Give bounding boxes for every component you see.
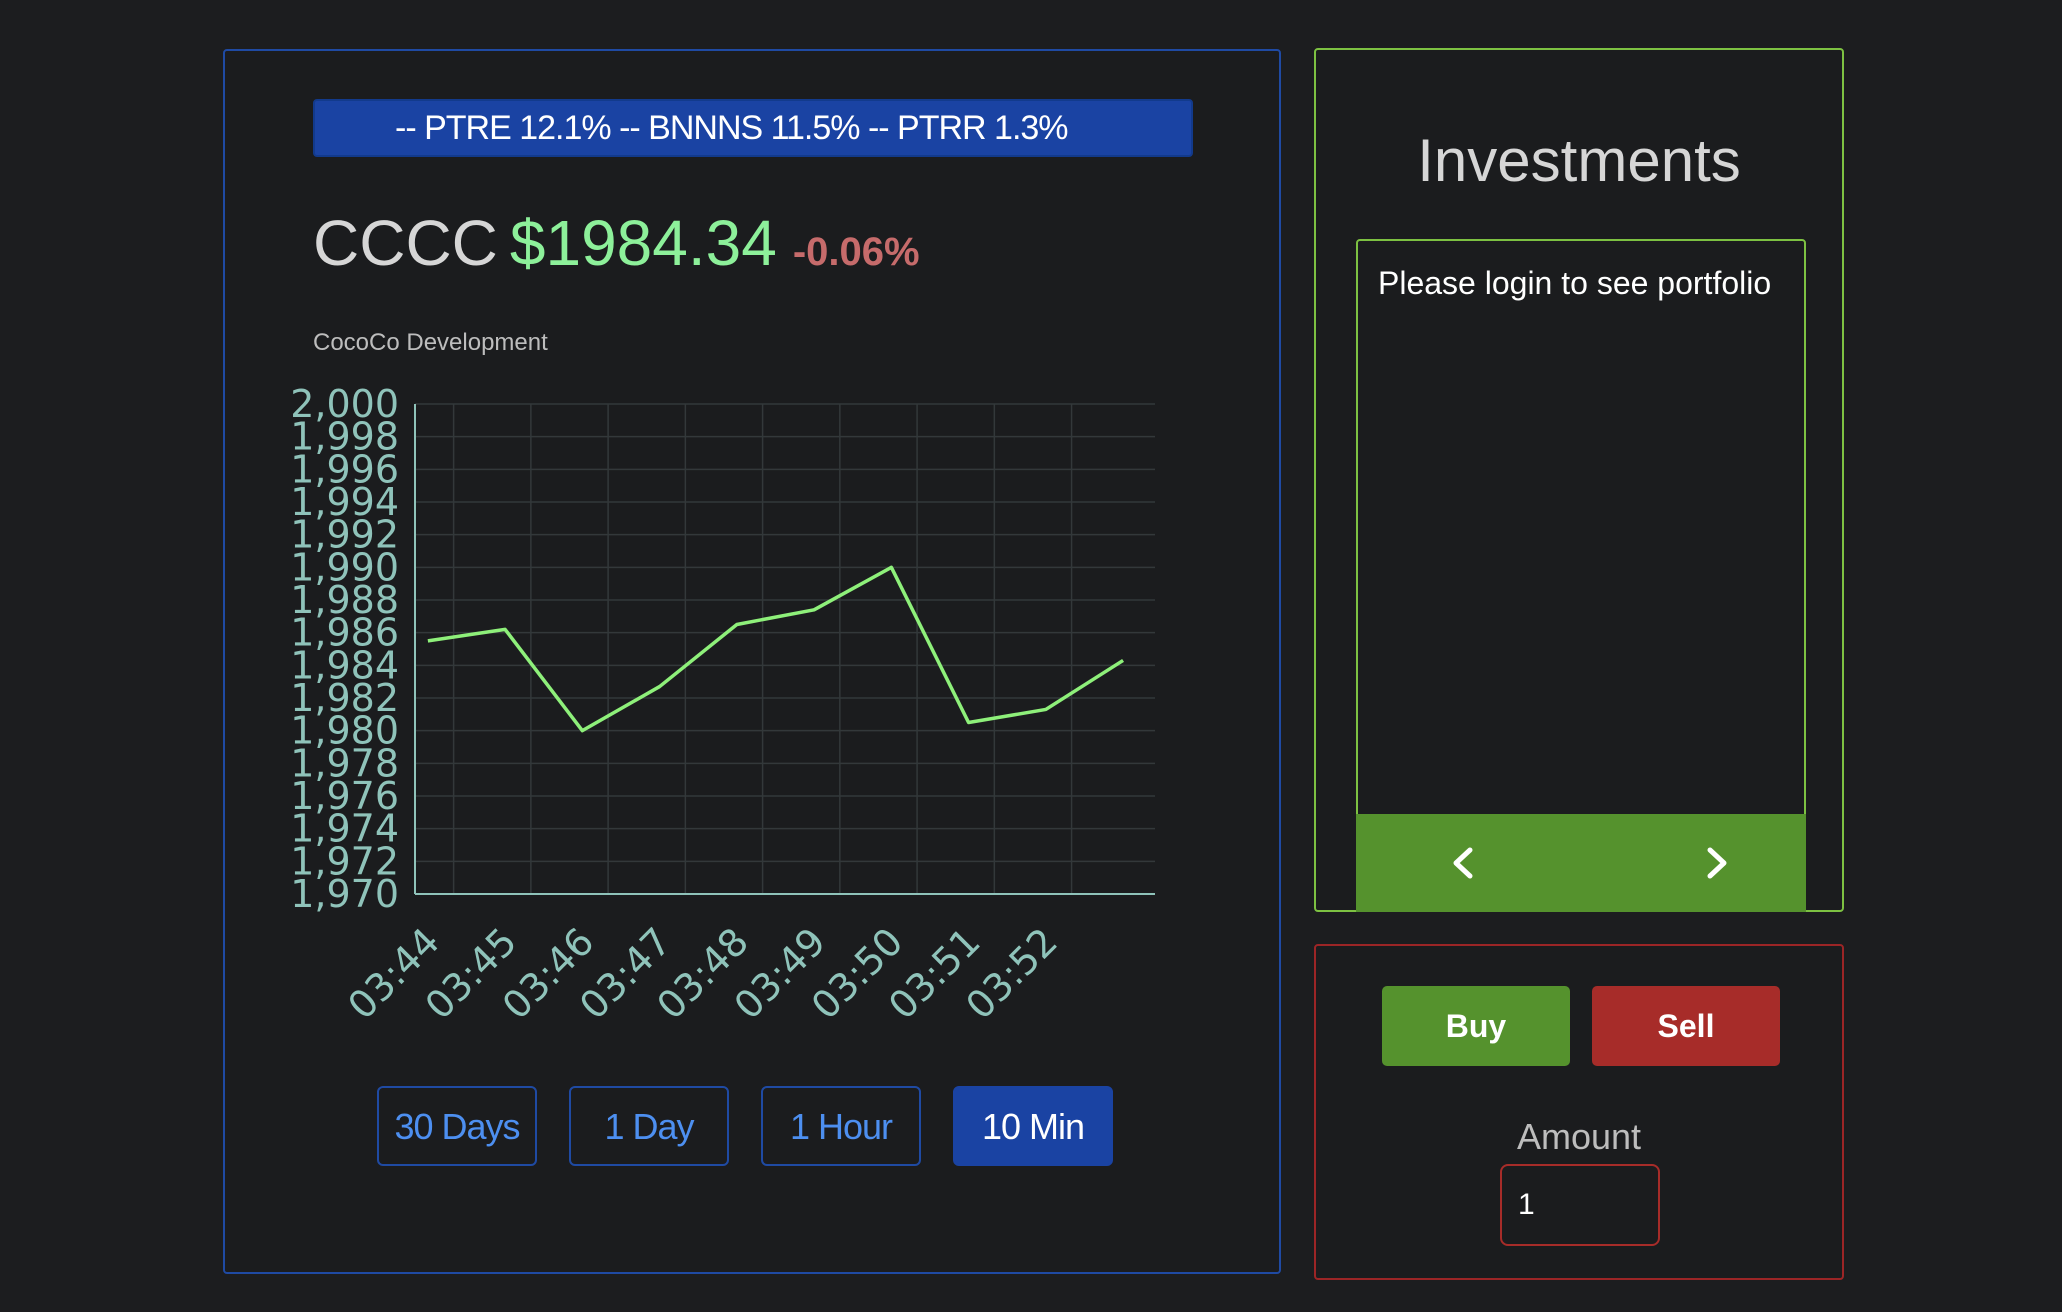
- portfolio-pager: [1356, 814, 1806, 912]
- sell-button[interactable]: Sell: [1592, 986, 1780, 1066]
- y-tick-label: 1,970: [290, 872, 399, 916]
- trade-panel: Buy Sell Amount: [1314, 944, 1844, 1280]
- range-button-30-days[interactable]: 30 Days: [377, 1086, 537, 1166]
- stock-chart-panel: -- PTRE 12.1% -- BNNNS 11.5% -- PTRR 1.3…: [223, 49, 1281, 1274]
- chevron-right-icon: [1707, 847, 1727, 879]
- price-chart: 2,0001,9981,9961,9941,9921,9901,9881,986…: [290, 382, 1155, 1028]
- amount-input[interactable]: [1500, 1164, 1660, 1246]
- investments-title: Investments: [1417, 127, 1741, 194]
- portfolio-box: Please login to see portfolio: [1356, 239, 1806, 911]
- range-button-1-day[interactable]: 1 Day: [569, 1086, 729, 1166]
- buy-button[interactable]: Buy: [1382, 986, 1570, 1066]
- amount-label: Amount: [1516, 1116, 1642, 1157]
- portfolio-message: Please login to see portfolio: [1378, 265, 1772, 301]
- price-series-line: [427, 565, 1125, 733]
- range-button-1-hour[interactable]: 1 Hour: [761, 1086, 921, 1166]
- range-button-10-min[interactable]: 10 Min: [953, 1086, 1113, 1166]
- next-page-button[interactable]: [1692, 838, 1742, 888]
- investments-panel: Investments Please login to see portfoli…: [1314, 48, 1844, 912]
- previous-page-button[interactable]: [1438, 838, 1488, 888]
- chevron-left-icon: [1453, 847, 1473, 879]
